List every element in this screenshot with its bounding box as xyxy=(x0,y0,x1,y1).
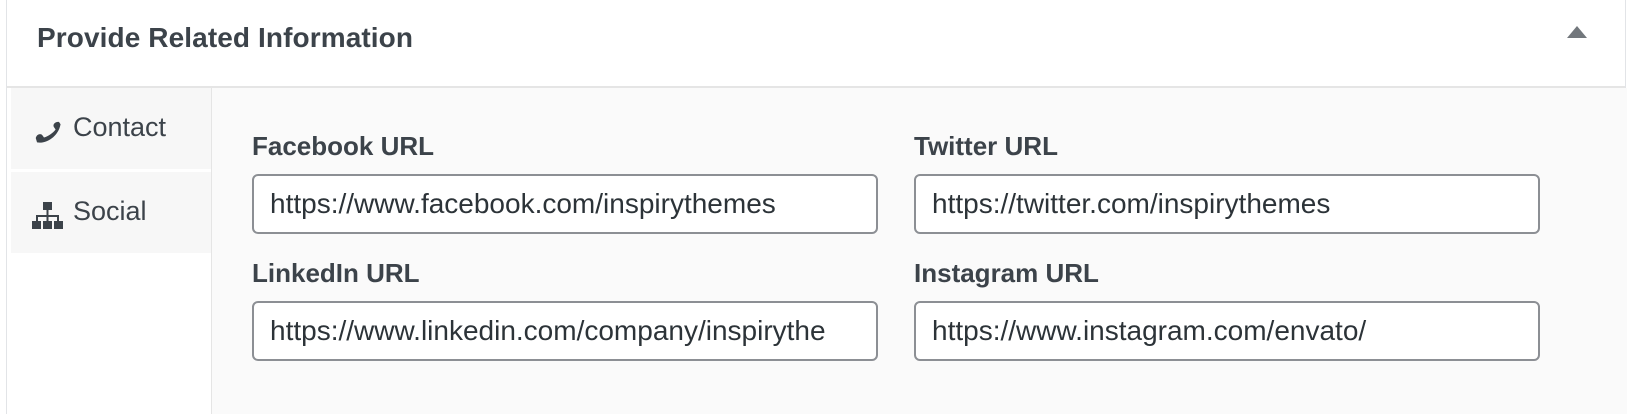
twitter-url-input[interactable] xyxy=(914,174,1540,234)
social-panel: Facebook URL Twitter URL LinkedIn URL In… xyxy=(211,88,1627,414)
collapse-toggle-icon[interactable] xyxy=(1567,26,1587,38)
related-info-metabox: Provide Related Information Contact Soci… xyxy=(6,0,1627,414)
tabs-column: Contact Social xyxy=(11,88,211,414)
tab-social-label: Social xyxy=(73,196,147,226)
facebook-field: Facebook URL xyxy=(252,128,878,234)
instagram-url-label: Instagram URL xyxy=(914,258,1099,288)
instagram-field: Instagram URL xyxy=(914,255,1540,361)
linkedin-url-input[interactable] xyxy=(252,301,878,361)
tab-contact-label: Contact xyxy=(73,112,167,142)
linkedin-url-label: LinkedIn URL xyxy=(252,258,420,288)
facebook-url-label: Facebook URL xyxy=(252,131,435,161)
linkedin-field: LinkedIn URL xyxy=(252,255,878,361)
tab-social[interactable]: Social xyxy=(11,172,211,256)
twitter-field: Twitter URL xyxy=(914,128,1540,234)
phone-icon xyxy=(35,121,61,143)
metabox-title: Provide Related Information xyxy=(37,22,414,53)
sitemap-icon xyxy=(32,202,63,229)
instagram-url-input[interactable] xyxy=(914,301,1540,361)
tab-contact[interactable]: Contact xyxy=(11,88,211,172)
metabox-header[interactable]: Provide Related Information xyxy=(7,0,1625,88)
twitter-url-label: Twitter URL xyxy=(914,131,1058,161)
facebook-url-input[interactable] xyxy=(252,174,878,234)
